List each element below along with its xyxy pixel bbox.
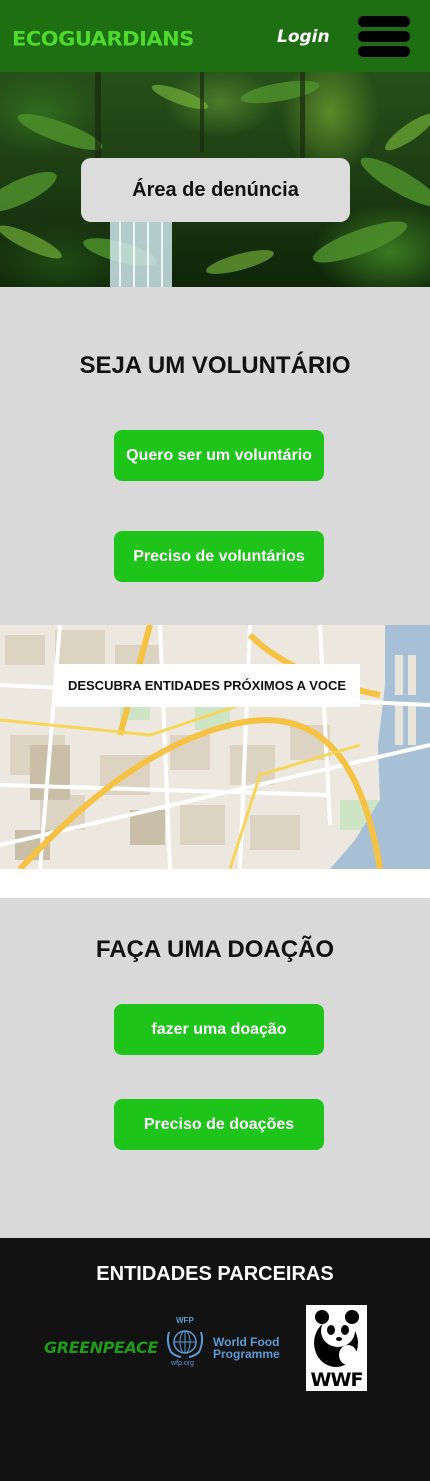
discover-entities-label[interactable]: DESCUBRA ENTIDADES PRÓXIMOS A VOCE <box>54 664 360 707</box>
top-header: ECOGUARDIANS Login <box>0 0 430 72</box>
wwf-logo[interactable]: WWF <box>306 1305 367 1391</box>
entities-map[interactable] <box>0 625 430 869</box>
need-volunteers-button[interactable]: Preciso de voluntários <box>114 531 324 582</box>
need-donations-button[interactable]: Preciso de doações <box>114 1099 324 1150</box>
donation-title: FAÇA UMA DOAÇÃO <box>95 936 335 963</box>
menu-bar <box>358 31 410 42</box>
want-to-volunteer-button[interactable]: Quero ser um voluntário <box>114 430 324 481</box>
make-donation-button[interactable]: fazer uma doação <box>114 1004 324 1055</box>
login-link[interactable]: Login <box>277 27 330 47</box>
ecoguardians-logo[interactable]: ECOGUARDIANS <box>12 28 194 51</box>
panda-icon <box>314 1310 359 1367</box>
wfp-name: World Food Programme <box>213 1335 280 1361</box>
wwf-text: WWF <box>310 1369 364 1391</box>
wfp-emblem-icon <box>166 1330 204 1358</box>
city-map-graphic <box>0 625 430 869</box>
wfp-logo[interactable]: WFP wfp.org World Food Programme <box>163 1316 291 1370</box>
hero-forest-image: Área de denúncia <box>0 72 430 287</box>
section-divider <box>0 869 430 898</box>
hamburger-menu-icon[interactable] <box>358 14 410 60</box>
wfp-abbr: WFP <box>176 1316 194 1325</box>
partners-title: ENTIDADES PARCEIRAS <box>96 1263 334 1285</box>
report-area-button[interactable]: Área de denúncia <box>81 158 350 222</box>
menu-bar <box>358 46 410 57</box>
volunteer-title: SEJA UM VOLUNTÁRIO <box>79 352 351 379</box>
menu-bar <box>358 16 410 27</box>
wfp-url: wfp.org <box>171 1360 194 1367</box>
partners-footer: ENTIDADES PARCEIRAS GREENPEACE WFP wfp.o… <box>0 1238 430 1481</box>
donation-section: FAÇA UMA DOAÇÃO fazer uma doação Preciso… <box>0 898 430 1238</box>
greenpeace-logo[interactable]: GREENPEACE <box>44 1338 158 1357</box>
volunteer-section: SEJA UM VOLUNTÁRIO Quero ser um voluntár… <box>0 287 430 625</box>
